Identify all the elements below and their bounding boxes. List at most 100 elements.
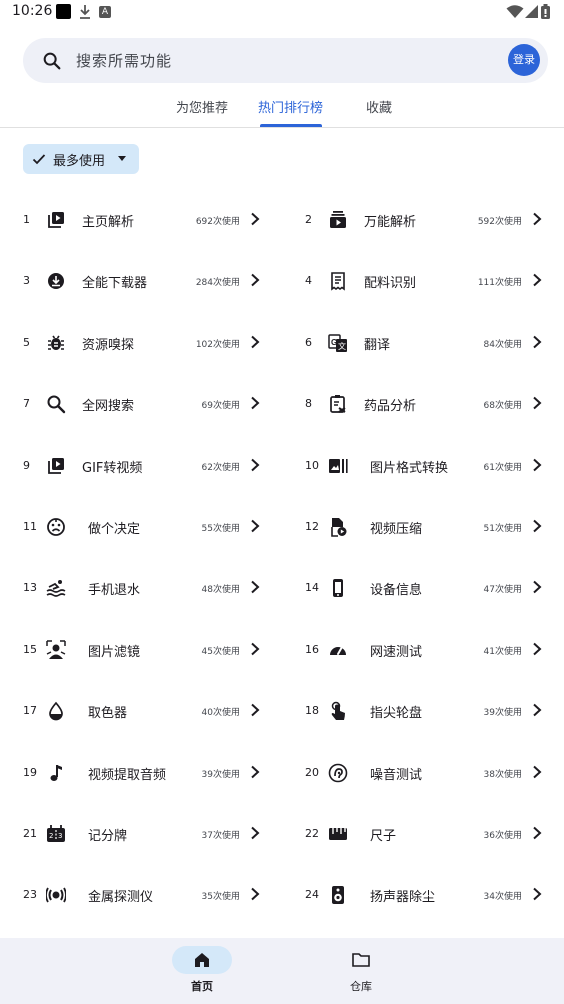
- nav-home-label: 首页: [191, 980, 213, 993]
- chevron-right-icon[interactable]: [532, 335, 542, 349]
- ear-icon: [328, 763, 348, 783]
- rank-item[interactable]: 13 手机退水 48次使用: [0, 558, 282, 619]
- rank-item[interactable]: 8 药品分析 68次使用: [282, 374, 564, 435]
- dice-face-icon: [46, 517, 66, 537]
- usage-count: 55次使用: [201, 524, 240, 534]
- rank-item[interactable]: 5 资源嗅探 102次使用: [0, 313, 282, 374]
- swim-water-icon: [46, 578, 66, 598]
- chevron-right-icon[interactable]: [532, 273, 542, 287]
- chevron-right-icon[interactable]: [250, 765, 260, 779]
- medical-clipboard-icon: [328, 394, 348, 414]
- chevron-right-icon[interactable]: [532, 826, 542, 840]
- chevron-right-icon[interactable]: [250, 642, 260, 656]
- chevron-right-icon[interactable]: [250, 887, 260, 901]
- speaker-icon: [328, 885, 348, 905]
- dropdown-arrow-icon: [118, 156, 126, 161]
- rank-item[interactable]: 21 2 3 记分牌 37次使用: [0, 804, 282, 865]
- rank-item[interactable]: 23 金属探测仪 35次使用: [0, 865, 282, 926]
- usage-count: 35次使用: [201, 892, 240, 903]
- rank-item[interactable]: 17 取色器 40次使用: [0, 681, 282, 742]
- rank-item[interactable]: 15 图片滤镜 45次使用: [0, 620, 282, 681]
- chevron-right-icon[interactable]: [532, 212, 542, 226]
- rank-item[interactable]: 10 图片格式转换 61次使用: [282, 436, 564, 497]
- chevron-right-icon[interactable]: [532, 887, 542, 901]
- rank-number: 21: [23, 827, 37, 840]
- rank-item[interactable]: 11 做个决定 55次使用: [0, 497, 282, 558]
- tab-favorites[interactable]: 收藏: [366, 97, 392, 116]
- signal-icon: [525, 5, 538, 18]
- chevron-right-icon[interactable]: [532, 458, 542, 472]
- rank-item-name: 全网搜索: [82, 399, 135, 415]
- rank-item[interactable]: 19 视频提取音频 39次使用: [0, 743, 282, 804]
- rank-number: 6: [305, 335, 312, 349]
- rank-item[interactable]: 18 指尖轮盘 39次使用: [282, 681, 564, 742]
- rank-number: 8: [305, 397, 312, 411]
- receipt-icon: [328, 271, 348, 291]
- chevron-right-icon[interactable]: [532, 580, 542, 594]
- ruler-icon: [328, 824, 348, 844]
- music-note-icon: [46, 763, 66, 783]
- usage-count: 39次使用: [201, 769, 240, 780]
- rank-item[interactable]: 14 设备信息 47次使用: [282, 558, 564, 619]
- usage-count: 284次使用: [195, 278, 240, 289]
- tab-bar: 为您推荐 热门排行榜 收藏: [0, 86, 564, 128]
- chevron-right-icon[interactable]: [250, 273, 260, 287]
- scoreboard-icon: 23: [46, 824, 66, 844]
- chevron-right-icon[interactable]: [250, 826, 260, 840]
- usage-count: 37次使用: [201, 831, 240, 841]
- rank-item[interactable]: 20 噪音测试 38次使用: [282, 743, 564, 804]
- rank-item[interactable]: 22 尺子 36次使用: [282, 804, 564, 865]
- chevron-right-icon[interactable]: [250, 519, 260, 533]
- rank-number: 7: [23, 397, 30, 411]
- usage-count: 692次使用: [195, 217, 240, 227]
- chevron-right-icon[interactable]: [532, 642, 542, 656]
- rank-item-name: 药品分析: [364, 399, 417, 415]
- chevron-right-icon[interactable]: [532, 519, 542, 533]
- rank-item[interactable]: 7 全网搜索 69次使用: [0, 374, 282, 435]
- touch-finger-icon: [328, 701, 348, 721]
- chevron-right-icon[interactable]: [532, 765, 542, 779]
- play-stack-icon: [46, 210, 66, 230]
- play-stack-icon: [46, 456, 66, 476]
- search-bar[interactable]: 搜索所需功能 登录: [23, 38, 548, 83]
- rank-item[interactable]: 9 GIF转视频 62次使用: [0, 436, 282, 497]
- chevron-right-icon[interactable]: [532, 703, 542, 717]
- chevron-right-icon[interactable]: [250, 703, 260, 717]
- rank-item[interactable]: 24 扬声器除尘 34次使用: [282, 865, 564, 926]
- rank-item[interactable]: 12 视频压缩 51次使用: [282, 497, 564, 558]
- rank-item-name: 网速测试: [370, 644, 423, 660]
- rank-item-name: 手机退水: [88, 583, 141, 599]
- rank-item-name: 配料识别: [364, 276, 417, 292]
- rank-item[interactable]: 2 万能解析 592次使用: [282, 190, 564, 251]
- tab-recommend[interactable]: 为您推荐: [176, 97, 228, 116]
- filter-person-icon: [46, 640, 66, 660]
- nav-repository[interactable]: 仓库: [320, 946, 400, 996]
- login-button[interactable]: 登录: [508, 44, 540, 76]
- rank-number: 14: [305, 581, 319, 595]
- chevron-right-icon[interactable]: [250, 212, 260, 226]
- chevron-right-icon[interactable]: [250, 458, 260, 472]
- nav-home[interactable]: 首页: [161, 946, 241, 996]
- rank-number: 9: [23, 458, 30, 472]
- usage-count: 61次使用: [483, 462, 522, 473]
- rank-item-name: 视频提取音频: [88, 767, 167, 783]
- chevron-right-icon[interactable]: [250, 580, 260, 594]
- bottom-navigation: 首页 仓库: [0, 938, 564, 1004]
- tab-hot-ranking[interactable]: 热门排行榜: [258, 97, 323, 116]
- rank-item[interactable]: 1 主页解析 692次使用: [0, 190, 282, 251]
- chevron-right-icon[interactable]: [250, 335, 260, 349]
- rank-item-name: 记分牌: [88, 829, 128, 844]
- chevron-right-icon[interactable]: [250, 396, 260, 410]
- rank-item[interactable]: 16 网速测试 41次使用: [282, 620, 564, 681]
- svg-text:3: 3: [58, 832, 62, 840]
- rank-item[interactable]: 6 G 文翻译 84次使用: [282, 313, 564, 374]
- rank-item[interactable]: 3 全能下载器 284次使用: [0, 251, 282, 312]
- sort-filter-chip[interactable]: 最多使用: [23, 144, 139, 174]
- usage-count: 47次使用: [483, 585, 522, 596]
- rank-item[interactable]: 4 配料识别 111次使用: [282, 251, 564, 312]
- rank-item-name: 设备信息: [370, 583, 423, 599]
- usage-count: 102次使用: [195, 339, 240, 350]
- search-input[interactable]: 搜索所需功能: [76, 50, 172, 71]
- chevron-right-icon[interactable]: [532, 396, 542, 410]
- rank-item-name: 图片滤镜: [88, 644, 141, 660]
